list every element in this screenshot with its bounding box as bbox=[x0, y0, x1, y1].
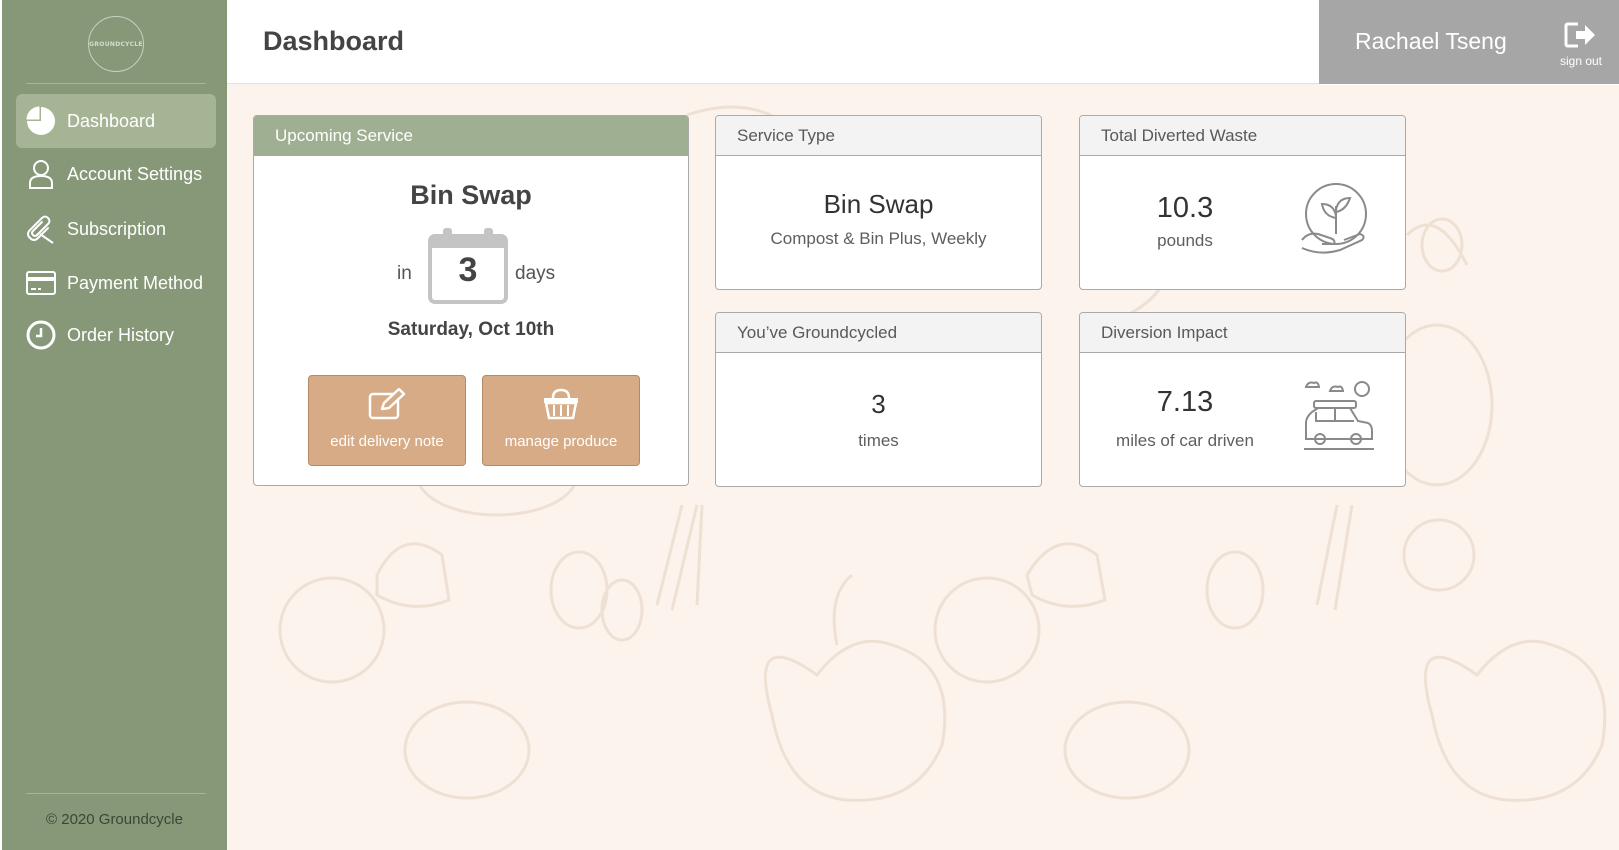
copyright: © 2020 Groundcycle bbox=[46, 811, 183, 828]
service-type-detail: Compost & Bin Plus, Weekly bbox=[770, 229, 987, 248]
diverted-waste-value: 10.3 bbox=[1156, 192, 1214, 224]
credit-card-icon bbox=[26, 268, 56, 298]
service-type-card: Service Type Bin Swap Compost & Bin Plus… bbox=[715, 115, 1042, 290]
page-header: Dashboard bbox=[227, 0, 1319, 84]
sign-out-label: sign out bbox=[1559, 54, 1603, 68]
main-content: Upcoming Service Bin Swap in 3 days Satu… bbox=[227, 85, 1619, 850]
service-date: Saturday, Oct 10th bbox=[387, 319, 555, 340]
groundcycled-card: You’ve Groundcycled 3 times bbox=[715, 312, 1042, 487]
user-icon bbox=[26, 159, 56, 189]
plant-globe-icon bbox=[1300, 182, 1370, 263]
sidebar: GROUNDCYCLE Dashboard Account Settings S… bbox=[2, 0, 227, 850]
user-name[interactable]: Rachael Tseng bbox=[1355, 28, 1507, 55]
manage-produce-button[interactable]: manage produce bbox=[482, 375, 640, 466]
groundcycled-heading: You’ve Groundcycled bbox=[716, 313, 1041, 353]
service-type-value: Bin Swap bbox=[823, 189, 934, 219]
diversion-impact-heading: Diversion Impact bbox=[1080, 313, 1405, 353]
groundcycled-value: 3 bbox=[871, 389, 886, 419]
sidebar-item-label: Dashboard bbox=[67, 110, 156, 131]
logo-text: GROUNDCYCLE bbox=[89, 40, 143, 48]
upcoming-service-card: Upcoming Service Bin Swap in 3 days Satu… bbox=[253, 115, 689, 486]
service-type-heading: Service Type bbox=[716, 116, 1041, 156]
pie-chart-icon bbox=[26, 106, 56, 136]
edit-note-icon bbox=[309, 388, 465, 420]
sidebar-footer-divider bbox=[26, 793, 206, 794]
sidebar-item-account-settings[interactable]: Account Settings bbox=[16, 147, 216, 201]
diverted-waste-unit: pounds bbox=[1157, 231, 1213, 250]
groundcycled-unit: times bbox=[858, 431, 899, 450]
diversion-impact-card: Diversion Impact 7.13 miles of car drive… bbox=[1079, 312, 1406, 487]
total-diverted-waste-heading: Total Diverted Waste bbox=[1080, 116, 1405, 156]
total-diverted-waste-card: Total Diverted Waste 10.3 pounds bbox=[1079, 115, 1406, 290]
paperclip-icon bbox=[26, 214, 56, 244]
sidebar-item-label: Order History bbox=[67, 324, 175, 345]
days-count: 3 bbox=[458, 251, 478, 289]
basket-icon bbox=[483, 388, 639, 420]
upcoming-service-heading: Upcoming Service bbox=[254, 116, 688, 156]
manage-produce-label: manage produce bbox=[504, 433, 618, 450]
sidebar-item-label: Account Settings bbox=[67, 163, 203, 184]
diversion-impact-value: 7.13 bbox=[1156, 386, 1214, 418]
edit-delivery-note-label: edit delivery note bbox=[330, 433, 444, 450]
days-label: days bbox=[515, 263, 556, 284]
sidebar-item-payment-method[interactable]: Payment Method bbox=[16, 256, 216, 310]
sidebar-divider bbox=[26, 83, 206, 84]
sidebar-item-label: Payment Method bbox=[67, 272, 204, 293]
in-label: in bbox=[397, 263, 412, 284]
car-icon bbox=[1302, 379, 1376, 458]
user-bar: Rachael Tseng sign out bbox=[1319, 0, 1619, 84]
sidebar-item-label: Subscription bbox=[67, 218, 167, 239]
sidebar-item-subscription[interactable]: Subscription bbox=[16, 202, 216, 256]
upcoming-service-name: Bin Swap bbox=[410, 180, 532, 210]
page-title: Dashboard bbox=[263, 26, 405, 56]
calendar-icon: 3 bbox=[428, 226, 508, 306]
sign-out-button[interactable]: sign out bbox=[1551, 22, 1611, 68]
sidebar-item-dashboard[interactable]: Dashboard bbox=[16, 94, 216, 148]
sidebar-item-order-history[interactable]: Order History bbox=[16, 308, 216, 362]
groundcycle-logo[interactable]: GROUNDCYCLE bbox=[88, 16, 144, 72]
sign-out-icon bbox=[1564, 22, 1598, 52]
clock-icon bbox=[26, 320, 56, 350]
edit-delivery-note-button[interactable]: edit delivery note bbox=[308, 375, 466, 466]
diversion-impact-unit: miles of car driven bbox=[1116, 431, 1254, 450]
